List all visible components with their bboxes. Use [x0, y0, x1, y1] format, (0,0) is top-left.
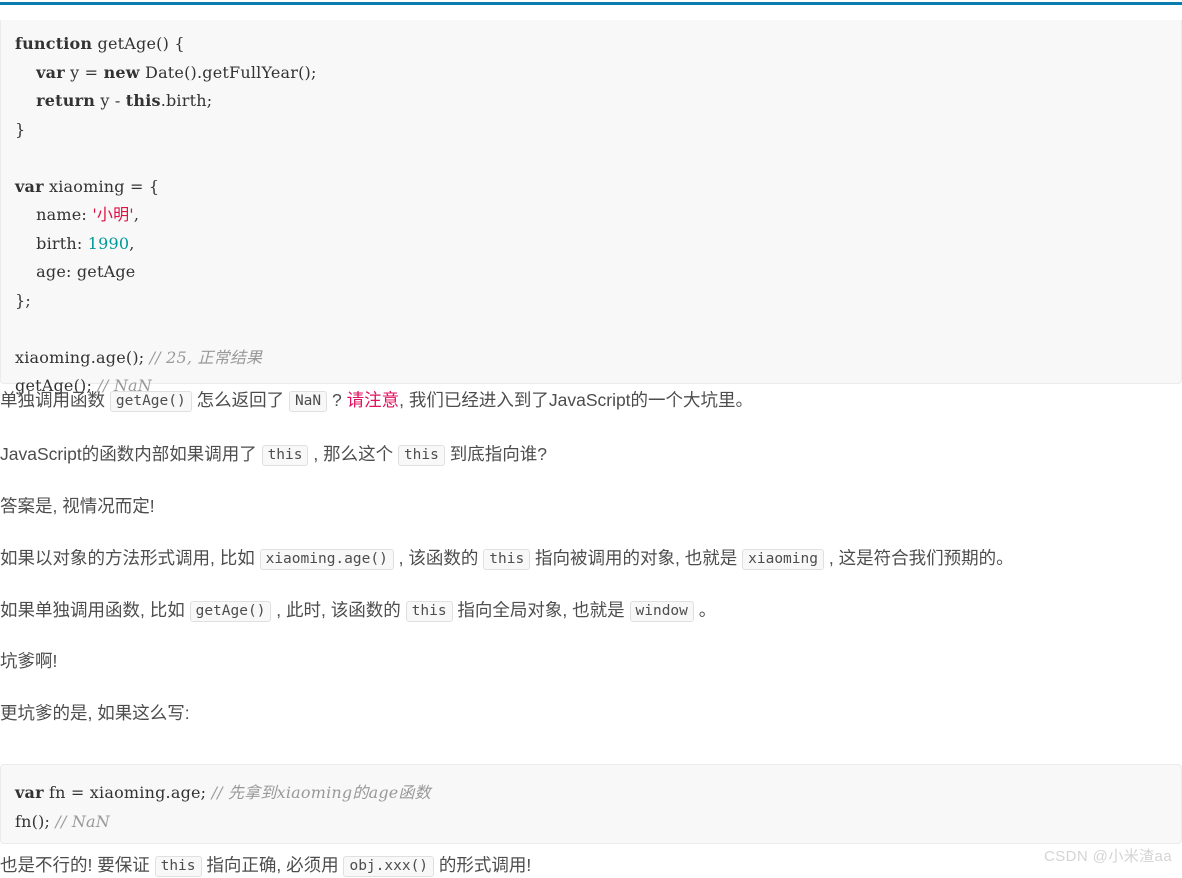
code-token-pl: fn = xiaoming.age; — [43, 783, 212, 802]
body-text: 单独调用函数 — [0, 390, 110, 410]
code-token-pl: fn(); — [15, 811, 56, 831]
code-token-com: // NaN — [55, 811, 110, 831]
inline-code[interactable]: NaN — [288, 391, 328, 412]
body-text: 怎么返回了 — [191, 390, 289, 410]
code-token-pl: , — [129, 233, 135, 253]
body-text: 指向被调用的对象, 也就是 — [530, 548, 743, 568]
p-conclusion: 也是不行的! 要保证 this 指向正确, 必须用 obj.xxx() 的形式调… — [0, 853, 531, 878]
inline-code[interactable]: this — [397, 445, 445, 466]
body-text: 如果以对象的方法形式调用, 比如 — [0, 548, 260, 568]
inline-code[interactable]: this — [405, 601, 453, 622]
emphasis-text: 请注意 — [346, 390, 400, 410]
code-token-kw: var — [15, 176, 44, 196]
p-this-points-to: JavaScript的函数内部如果调用了 this , 那么这个 this 到底… — [0, 442, 547, 467]
code-token-pl: Date().getFullYear(); — [139, 62, 317, 82]
code-token-pl: y = — [64, 62, 104, 82]
code-token-kw: new — [103, 62, 140, 82]
body-text: ? — [327, 390, 347, 410]
body-text: 到底指向谁? — [444, 444, 547, 464]
article-page: function getAge() { var y = new Date().g… — [0, 0, 1182, 877]
code-token-pl: name: — [15, 205, 93, 224]
p-getage-nan: 单独调用函数 getAge() 怎么返回了 NaN ? 请注意, 我们已经进入到… — [0, 388, 753, 413]
code-token-str: '小明' — [92, 205, 134, 224]
code-token-kw: this — [125, 91, 161, 110]
csdn-watermark: CSDN @小米渣aa — [1044, 848, 1172, 865]
code-token-kw: return — [36, 91, 96, 110]
inline-code[interactable]: getAge() — [109, 391, 192, 412]
body-text: 。 — [693, 600, 717, 620]
body-text: 也是不行的! 要保证 — [0, 855, 155, 875]
code-block-getage[interactable]: function getAge() { var y = new Date().g… — [0, 20, 1182, 395]
code-token-pl: xiaoming.age(); — [15, 347, 150, 367]
code-token-pl: xiaoming = { — [43, 176, 160, 196]
p-answer: 答案是, 视情况而定! — [0, 494, 155, 518]
body-text: , 此时, 该函数的 — [271, 600, 406, 620]
body-text: , 我们已经进入到了JavaScript的一个大坑里。 — [399, 390, 754, 410]
code-token-kw: var — [15, 783, 44, 802]
body-text: 如果单独调用函数, 比如 — [0, 600, 190, 620]
p-more-kengdie: 更坑爹的是, 如果这么写: — [0, 701, 190, 725]
inline-code[interactable]: xiaoming.age() — [259, 549, 394, 570]
code-token-kw: var — [36, 62, 65, 82]
code-token-kw: function — [15, 34, 93, 53]
body-text: , 这是符合我们预期的。 — [823, 548, 1014, 568]
top-divider-rule — [0, 2, 1182, 5]
code-token-pl: age: getAge — [15, 262, 136, 281]
inline-code[interactable]: this — [483, 549, 531, 570]
code-block-fn[interactable]: var fn = xiaoming.age; // 先拿到xiaoming的ag… — [0, 764, 1182, 844]
code-token-pl: } — [15, 119, 26, 139]
code-token-pl: .birth; — [160, 91, 213, 110]
body-text: 的形式调用! — [434, 855, 532, 875]
code-token-com: // 25, 正常结果 — [149, 347, 263, 367]
code-token-pl: getAge() { — [92, 34, 185, 53]
body-text: JavaScript的函数内部如果调用了 — [0, 444, 262, 464]
inline-code[interactable]: getAge() — [189, 601, 272, 622]
inline-code[interactable]: this — [261, 445, 309, 466]
p-standalone-call: 如果单独调用函数, 比如 getAge() , 此时, 该函数的 this 指向… — [0, 598, 716, 623]
inline-code[interactable]: xiaoming — [742, 549, 824, 570]
code-token-pl: , — [133, 205, 140, 224]
body-text: 答案是, 视情况而定! — [0, 496, 155, 516]
p-method-call: 如果以对象的方法形式调用, 比如 xiaoming.age() , 该函数的 t… — [0, 546, 1014, 571]
code-token-com: // 先拿到xiaoming的age函数 — [211, 783, 431, 802]
code-token-pl: }; — [15, 290, 31, 310]
body-text: 指向正确, 必须用 — [201, 855, 344, 875]
body-text: , 该函数的 — [393, 548, 484, 568]
body-text: , 那么这个 — [308, 444, 398, 464]
inline-code[interactable]: window — [629, 601, 694, 622]
code-token-pl: y - — [95, 91, 126, 110]
body-text: 指向全局对象, 也就是 — [452, 600, 630, 620]
code-token-pl: birth: — [15, 233, 88, 253]
body-text: 更坑爹的是, 如果这么写: — [0, 703, 190, 723]
body-text: 坑爹啊! — [0, 651, 58, 671]
code-token-num: 1990 — [87, 233, 130, 253]
p-kengdie: 坑爹啊! — [0, 649, 57, 673]
